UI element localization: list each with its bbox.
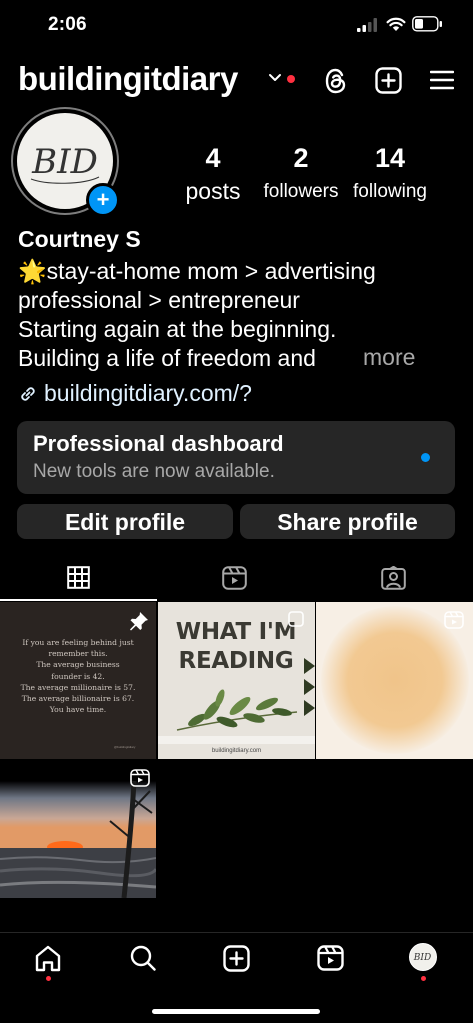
reel-icon xyxy=(130,769,150,787)
post-text-line: The average billionaire is 67. xyxy=(21,694,135,704)
avatar-nav-monogram: BID xyxy=(413,953,431,963)
signal-icon xyxy=(357,18,379,32)
battery-icon xyxy=(412,16,444,32)
bio-line: professional > entrepreneur xyxy=(18,287,300,313)
profile-username[interactable]: buildingitdiary xyxy=(18,60,238,98)
profile-notification-dot xyxy=(421,976,426,981)
profile-website-link[interactable]: buildingitdiary.com/? xyxy=(44,380,252,407)
wifi-icon xyxy=(386,16,406,32)
reels-icon xyxy=(222,566,247,590)
multiple-images-icon xyxy=(288,611,304,627)
dashboard-subtitle: New tools are now available. xyxy=(33,461,275,482)
post-footer-handle: @buildingitdiary xyxy=(114,745,136,749)
posts-count[interactable]: 4 xyxy=(173,143,253,174)
arrow-decoration xyxy=(304,658,315,718)
search-icon[interactable] xyxy=(130,945,156,971)
bottom-nav-divider xyxy=(0,932,473,933)
following-label[interactable]: following xyxy=(335,181,445,203)
chevron-down-icon[interactable] xyxy=(268,73,282,83)
post-thumbnail-3[interactable] xyxy=(316,602,473,759)
post-text-line: If you are feeling behind just xyxy=(22,638,134,647)
bio-line: 🌟stay-at-home mom > advertising xyxy=(18,258,376,284)
share-profile-button[interactable]: Share profile xyxy=(240,504,455,539)
dashboard-new-dot xyxy=(421,453,430,462)
followers-count[interactable]: 2 xyxy=(261,143,341,174)
post-url-text: buildingitdiary.com xyxy=(211,748,262,754)
post-title-line: READING xyxy=(178,648,294,674)
reel-icon xyxy=(444,611,464,629)
threads-icon[interactable] xyxy=(323,67,349,95)
book-stack xyxy=(158,736,315,744)
link-icon xyxy=(18,384,38,404)
tab-tagged[interactable] xyxy=(381,566,406,590)
post-text-line: You have time. xyxy=(49,705,107,715)
post-text-line: The average business xyxy=(36,660,120,670)
edit-profile-button[interactable]: Edit profile xyxy=(17,504,233,539)
dashboard-title: Professional dashboard xyxy=(33,431,284,456)
tagged-user-icon xyxy=(381,566,406,590)
avatar-monogram: BID xyxy=(31,142,98,182)
pin-icon xyxy=(129,611,149,631)
post-title-text: WHAT I'M READING xyxy=(166,618,306,676)
tab-reels[interactable] xyxy=(222,566,247,590)
add-story-icon[interactable]: + xyxy=(86,183,120,217)
post-thumbnail-2[interactable]: WHAT I'M READING buildingitdiary.com xyxy=(158,602,315,759)
grid-icon xyxy=(67,566,90,589)
active-tab-indicator xyxy=(0,599,157,601)
home-indicator[interactable] xyxy=(152,1009,320,1014)
notification-dot xyxy=(287,75,295,83)
menu-icon[interactable] xyxy=(430,69,454,91)
new-post-icon[interactable] xyxy=(223,945,250,972)
bio-more-link[interactable]: more xyxy=(363,344,415,371)
home-icon[interactable] xyxy=(35,945,61,972)
post-thumbnail-1[interactable]: If you are feeling behind just remember … xyxy=(0,602,156,759)
following-count[interactable]: 14 xyxy=(350,143,430,174)
create-post-icon[interactable] xyxy=(375,67,402,94)
post-caption-text: If you are feeling behind just remember … xyxy=(0,637,156,715)
profile-name: Courtney S xyxy=(18,226,141,252)
post-text-line: founder is 42. xyxy=(51,671,105,681)
reels-nav-icon[interactable] xyxy=(317,945,344,971)
post-thumbnail-4[interactable] xyxy=(0,761,156,898)
profile-avatar-nav[interactable]: BID xyxy=(409,943,437,971)
post-title-line: WHAT I'M xyxy=(175,619,297,645)
home-notification-dot xyxy=(45,976,51,981)
post-text-line: The average millionaire is 57. xyxy=(20,682,136,692)
status-time: 2:06 xyxy=(48,14,87,35)
bio-line: Starting again at the beginning. xyxy=(18,316,337,342)
tab-grid[interactable] xyxy=(67,566,90,589)
plant-image xyxy=(172,688,302,738)
post-text-line: remember this. xyxy=(48,649,108,659)
